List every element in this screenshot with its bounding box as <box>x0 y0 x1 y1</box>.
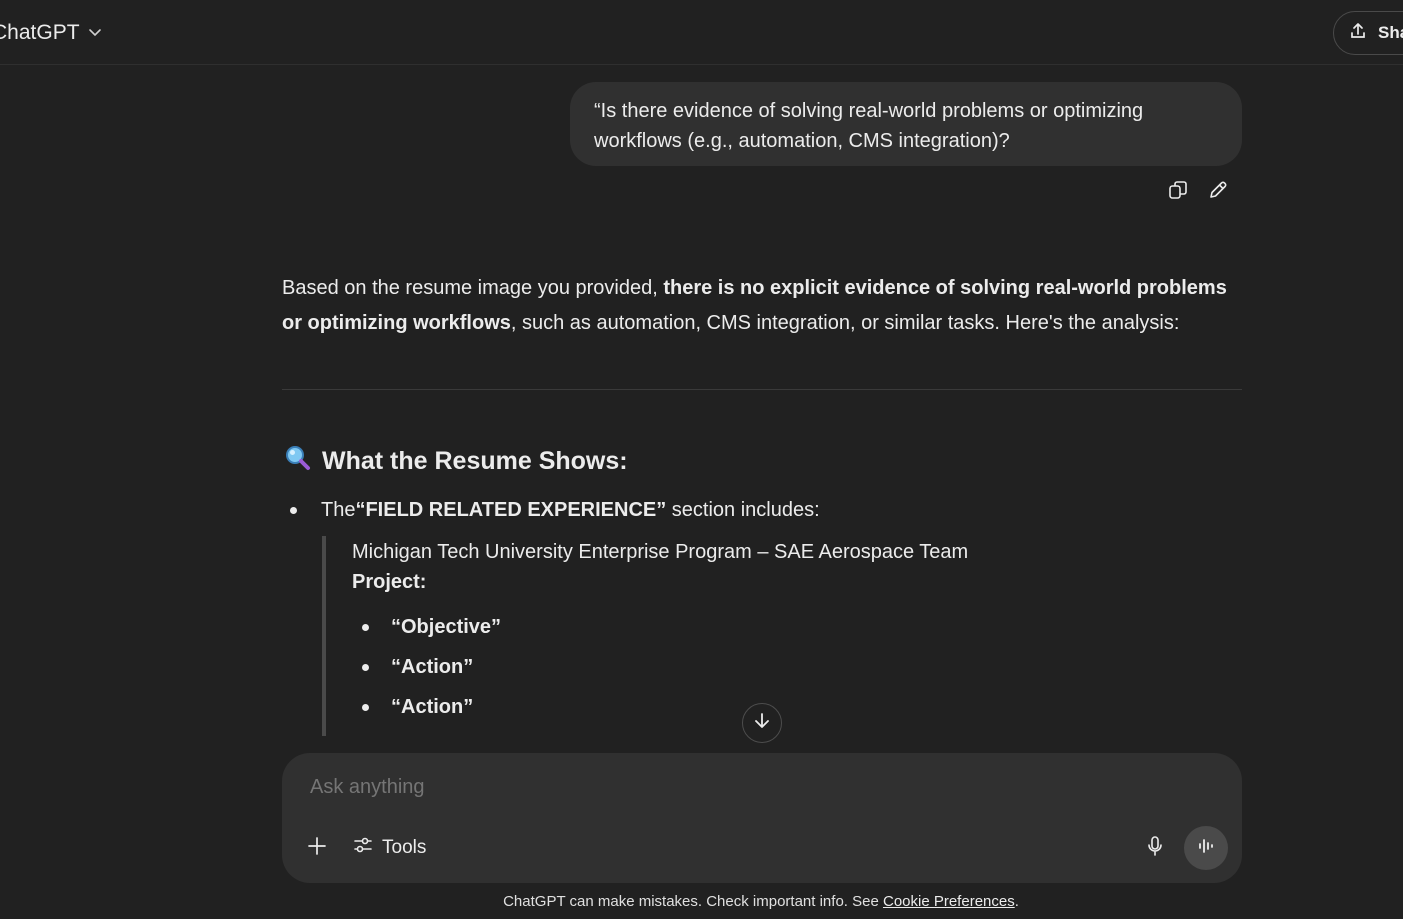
bullet-dot <box>362 663 369 671</box>
disclaimer-footer: ChatGPT can make mistakes. Check importa… <box>0 893 1403 910</box>
share-label: Share <box>1378 23 1403 42</box>
assistant-message: Based on the resume image you provided, … <box>282 271 1242 341</box>
tools-label: Tools <box>382 837 427 858</box>
section-heading: What the Resume Shows: <box>284 444 628 479</box>
voice-mode-button[interactable] <box>1184 826 1228 870</box>
chevron-down-icon <box>88 21 102 45</box>
tools-button[interactable]: Tools <box>352 835 426 861</box>
section-title: What the Resume Shows: <box>322 447 628 475</box>
list-item: “Objective” <box>352 607 1022 647</box>
assistant-intro: Based on the resume image you provided, … <box>282 271 1242 341</box>
quote-line-1: Michigan Tech University Enterprise Prog… <box>352 541 969 563</box>
user-message-actions <box>1166 178 1230 202</box>
bullet-dot <box>362 623 369 631</box>
add-attachment-button[interactable] <box>304 835 330 861</box>
user-message-text: “Is there evidence of solving real-world… <box>594 100 1144 152</box>
model-switcher[interactable]: ChatGPT <box>0 18 102 48</box>
user-message-bubble: “Is there evidence of solving real-world… <box>570 82 1242 166</box>
footer-text: ChatGPT can make mistakes. Check importa… <box>503 893 883 910</box>
magnifier-emoji-icon <box>284 444 312 479</box>
tools-icon <box>352 834 374 862</box>
list-item: The “FIELD RELATED EXPERIENCE” section i… <box>290 496 820 524</box>
prompt-input[interactable] <box>308 775 1192 800</box>
microphone-icon <box>1144 835 1166 862</box>
divider <box>282 389 1242 390</box>
quote-line-2: Project: <box>352 571 427 593</box>
quote-list: “Objective” “Action” “Action” <box>352 607 1022 727</box>
quote-item-label: “Objective” <box>391 615 502 638</box>
share-icon <box>1348 21 1368 46</box>
quote-item-label: “Action” <box>391 695 474 718</box>
cookie-preferences-link[interactable]: Cookie Preferences <box>883 893 1015 910</box>
voice-waveform-icon <box>1195 835 1217 862</box>
edit-icon[interactable] <box>1206 178 1230 202</box>
bullet-dot <box>290 506 297 514</box>
scroll-to-bottom-button[interactable] <box>742 703 782 743</box>
bullet-suffix: section includes: <box>666 499 820 521</box>
plus-icon <box>306 835 328 862</box>
bullet-prefix: The <box>321 499 356 521</box>
model-label: ChatGPT <box>0 21 80 44</box>
list-item: “Action” <box>352 687 1022 727</box>
blockquote: Michigan Tech University Enterprise Prog… <box>322 536 1022 736</box>
intro-suffix: , such as automation, CMS integration, o… <box>510 312 1180 334</box>
quote-item-label: “Action” <box>391 655 474 678</box>
intro-prefix: Based on the resume image you provided, <box>282 277 664 299</box>
arrow-down-icon <box>752 711 772 736</box>
top-header: ChatGPT Share <box>0 0 1403 65</box>
footer-end: . <box>1014 893 1019 910</box>
dictate-button[interactable] <box>1142 835 1168 861</box>
bullet-dot <box>362 703 369 711</box>
composer: Tools <box>282 753 1242 883</box>
share-button[interactable]: Share <box>1333 11 1403 55</box>
list-item: “Action” <box>352 647 1022 687</box>
bullet-bold: “FIELD RELATED EXPERIENCE” <box>355 499 667 521</box>
copy-icon[interactable] <box>1166 178 1190 202</box>
